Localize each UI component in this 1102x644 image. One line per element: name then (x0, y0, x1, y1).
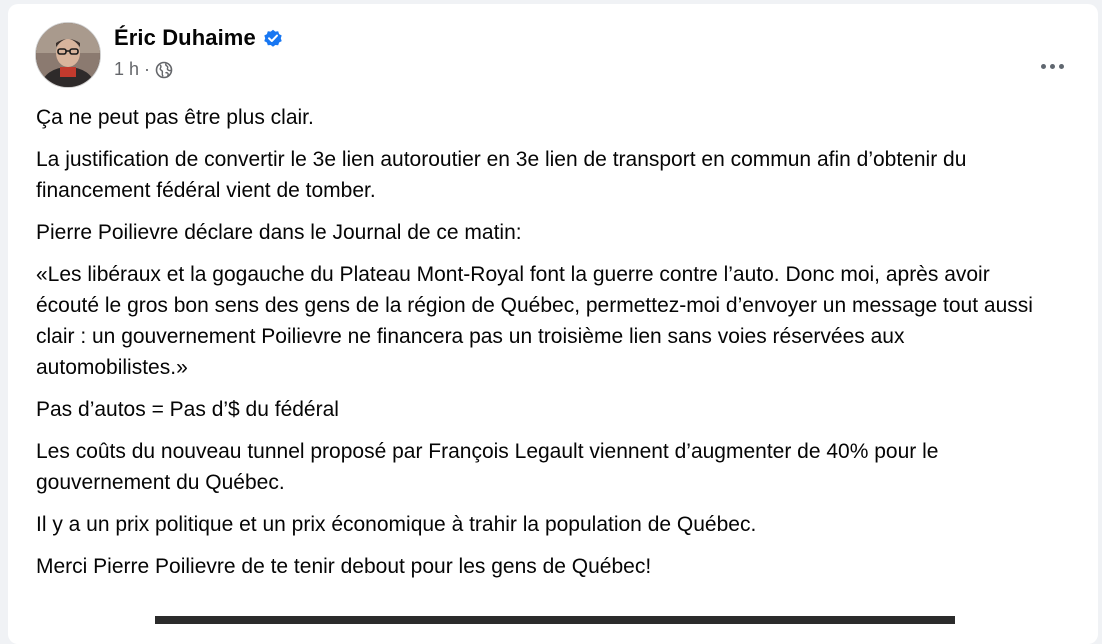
post-paragraph: Pierre Poilievre déclare dans le Journal… (36, 221, 522, 244)
post-paragraph: Ça ne peut pas être plus clair. (36, 106, 314, 129)
author-row: Éric Duhaime (114, 25, 283, 51)
post-timestamp[interactable]: 1 h (114, 59, 139, 80)
author-name[interactable]: Éric Duhaime (114, 25, 256, 51)
post-text: Ça ne peut pas être plus clair. La justi… (36, 102, 1046, 593)
author-avatar[interactable] (35, 22, 101, 88)
post-header: Éric Duhaime 1 h · (35, 22, 1098, 92)
post-paragraph: Il y a un prix politique et un prix écon… (36, 513, 757, 536)
post-paragraph: Les coûts du nouveau tunnel proposé par … (36, 440, 939, 494)
globe-icon[interactable] (155, 61, 173, 79)
more-horizontal-icon (1040, 63, 1064, 69)
post-paragraph: La justification de convertir le 3e lien… (36, 148, 967, 202)
post-card: Éric Duhaime 1 h · Ça ne peut pas être p… (8, 4, 1098, 644)
post-paragraph: Merci Pierre Poilievre de te tenir debou… (36, 555, 652, 578)
meta-separator: · (144, 59, 151, 79)
post-media-preview[interactable] (155, 616, 955, 624)
post-paragraph: Pas d’autos = Pas d’$ du fédéral (36, 398, 339, 421)
post-paragraph: «Les libéraux et la gogauche du Plateau … (36, 263, 1033, 379)
verified-badge-icon (263, 28, 283, 48)
post-meta: 1 h · (114, 59, 173, 80)
more-options-button[interactable] (1032, 46, 1072, 86)
